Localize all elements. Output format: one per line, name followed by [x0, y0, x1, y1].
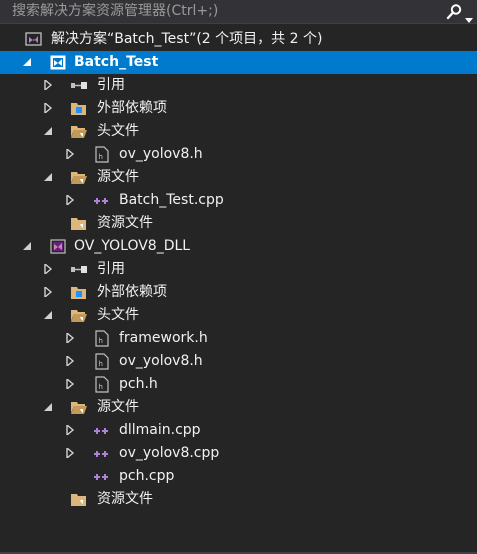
- file-label: ov_yolov8.h: [119, 146, 203, 162]
- resource-files-label: 资源文件: [97, 215, 153, 231]
- tree-row-file[interactable]: dllmain.cpp: [0, 419, 477, 442]
- tree-row-solution[interactable]: 解决方案“Batch_Test”(2 个项目，共 2 个): [0, 28, 477, 51]
- tree-row-file[interactable]: Batch_Test.cpp: [0, 189, 477, 212]
- header-files-label: 头文件: [97, 123, 139, 139]
- chevron-down-icon[interactable]: [465, 9, 473, 23]
- references-icon: [70, 261, 88, 278]
- tree-row-file[interactable]: h framework.h: [0, 327, 477, 350]
- expanded-arrow-icon[interactable]: [43, 172, 53, 182]
- folder-open-icon: [70, 169, 88, 186]
- cpp-file-icon: [93, 468, 111, 485]
- tree-row-source-files[interactable]: 源文件: [0, 166, 477, 189]
- expanded-arrow-icon[interactable]: [22, 241, 32, 251]
- tree-row-resource-files[interactable]: 资源文件: [0, 212, 477, 235]
- expanded-arrow-icon[interactable]: [43, 126, 53, 136]
- file-label: framework.h: [119, 330, 208, 346]
- source-files-label: 源文件: [97, 169, 139, 185]
- resource-files-label: 资源文件: [97, 491, 153, 507]
- collapsed-arrow-icon[interactable]: [65, 448, 75, 458]
- header-file-icon: h: [93, 353, 111, 370]
- collapsed-arrow-icon[interactable]: [65, 356, 75, 366]
- tree-row-references[interactable]: 引用: [0, 258, 477, 281]
- expanded-arrow-icon[interactable]: [22, 57, 32, 67]
- cpp-file-icon: [93, 422, 111, 439]
- file-label: Batch_Test.cpp: [119, 192, 224, 208]
- project-icon: [49, 54, 67, 71]
- collapsed-arrow-icon[interactable]: [43, 264, 53, 274]
- tree-row-file[interactable]: h ov_yolov8.h: [0, 143, 477, 166]
- project-label: OV_YOLOV8_DLL: [74, 238, 191, 254]
- header-files-label: 头文件: [97, 307, 139, 323]
- collapsed-arrow-icon[interactable]: [43, 287, 53, 297]
- header-file-icon: h: [93, 376, 111, 393]
- external-deps-icon: [70, 100, 88, 117]
- file-label: pch.cpp: [119, 468, 175, 484]
- source-files-label: 源文件: [97, 399, 139, 415]
- tree-row-file[interactable]: h ov_yolov8.h: [0, 350, 477, 373]
- search-icon[interactable]: [445, 3, 463, 21]
- cpp-file-icon: [93, 445, 111, 462]
- svg-text:h: h: [99, 360, 103, 368]
- cpp-file-icon: [93, 192, 111, 209]
- collapsed-arrow-icon[interactable]: [65, 379, 75, 389]
- solution-explorer: 解决方案“Batch_Test”(2 个项目，共 2 个) Batch_Test: [0, 0, 477, 554]
- tree-row-file[interactable]: pch.cpp: [0, 465, 477, 488]
- external-deps-label: 外部依赖项: [97, 284, 167, 300]
- header-file-icon: h: [93, 146, 111, 163]
- svg-text:h: h: [99, 153, 103, 161]
- expanded-arrow-icon[interactable]: [43, 310, 53, 320]
- tree-row-references[interactable]: 引用: [0, 74, 477, 97]
- file-label: ov_yolov8.cpp: [119, 445, 220, 461]
- tree-row-file[interactable]: ov_yolov8.cpp: [0, 442, 477, 465]
- collapsed-arrow-icon[interactable]: [43, 80, 53, 90]
- header-file-icon: h: [93, 330, 111, 347]
- references-label: 引用: [97, 77, 125, 93]
- tree-row-project-ov-yolov8-dll[interactable]: OV_YOLOV8_DLL: [0, 235, 477, 258]
- folder-icon: [70, 215, 88, 232]
- file-label: pch.h: [119, 376, 158, 392]
- solution-label: 解决方案“Batch_Test”(2 个项目，共 2 个): [51, 31, 323, 47]
- tree-row-external-deps[interactable]: 外部依赖项: [0, 97, 477, 120]
- solution-icon: [25, 31, 43, 48]
- project-label: Batch_Test: [74, 54, 159, 70]
- search-input[interactable]: [0, 0, 430, 23]
- file-label: ov_yolov8.h: [119, 353, 203, 369]
- expanded-arrow-icon[interactable]: [43, 402, 53, 412]
- collapsed-arrow-icon[interactable]: [65, 425, 75, 435]
- tree-row-header-files[interactable]: 头文件: [0, 120, 477, 143]
- project-icon: [49, 238, 67, 255]
- collapsed-arrow-icon[interactable]: [43, 103, 53, 113]
- solution-tree: 解决方案“Batch_Test”(2 个项目，共 2 个) Batch_Test: [0, 28, 477, 511]
- external-deps-label: 外部依赖项: [97, 100, 167, 116]
- tree-row-file[interactable]: h pch.h: [0, 373, 477, 396]
- collapsed-arrow-icon[interactable]: [65, 149, 75, 159]
- folder-open-icon: [70, 307, 88, 324]
- references-label: 引用: [97, 261, 125, 277]
- folder-open-icon: [70, 123, 88, 140]
- references-icon: [70, 77, 88, 94]
- collapsed-arrow-icon[interactable]: [65, 195, 75, 205]
- folder-icon: [70, 491, 88, 508]
- tree-row-project-batch-test[interactable]: Batch_Test: [0, 51, 477, 74]
- external-deps-icon: [70, 284, 88, 301]
- tree-row-header-files[interactable]: 头文件: [0, 304, 477, 327]
- file-label: dllmain.cpp: [119, 422, 201, 438]
- search-bar: [0, 0, 477, 24]
- tree-row-external-deps[interactable]: 外部依赖项: [0, 281, 477, 304]
- collapsed-arrow-icon[interactable]: [65, 333, 75, 343]
- tree-row-resource-files[interactable]: 资源文件: [0, 488, 477, 511]
- tree-row-source-files[interactable]: 源文件: [0, 396, 477, 419]
- svg-text:h: h: [99, 383, 103, 391]
- folder-open-icon: [70, 399, 88, 416]
- svg-text:h: h: [99, 337, 103, 345]
